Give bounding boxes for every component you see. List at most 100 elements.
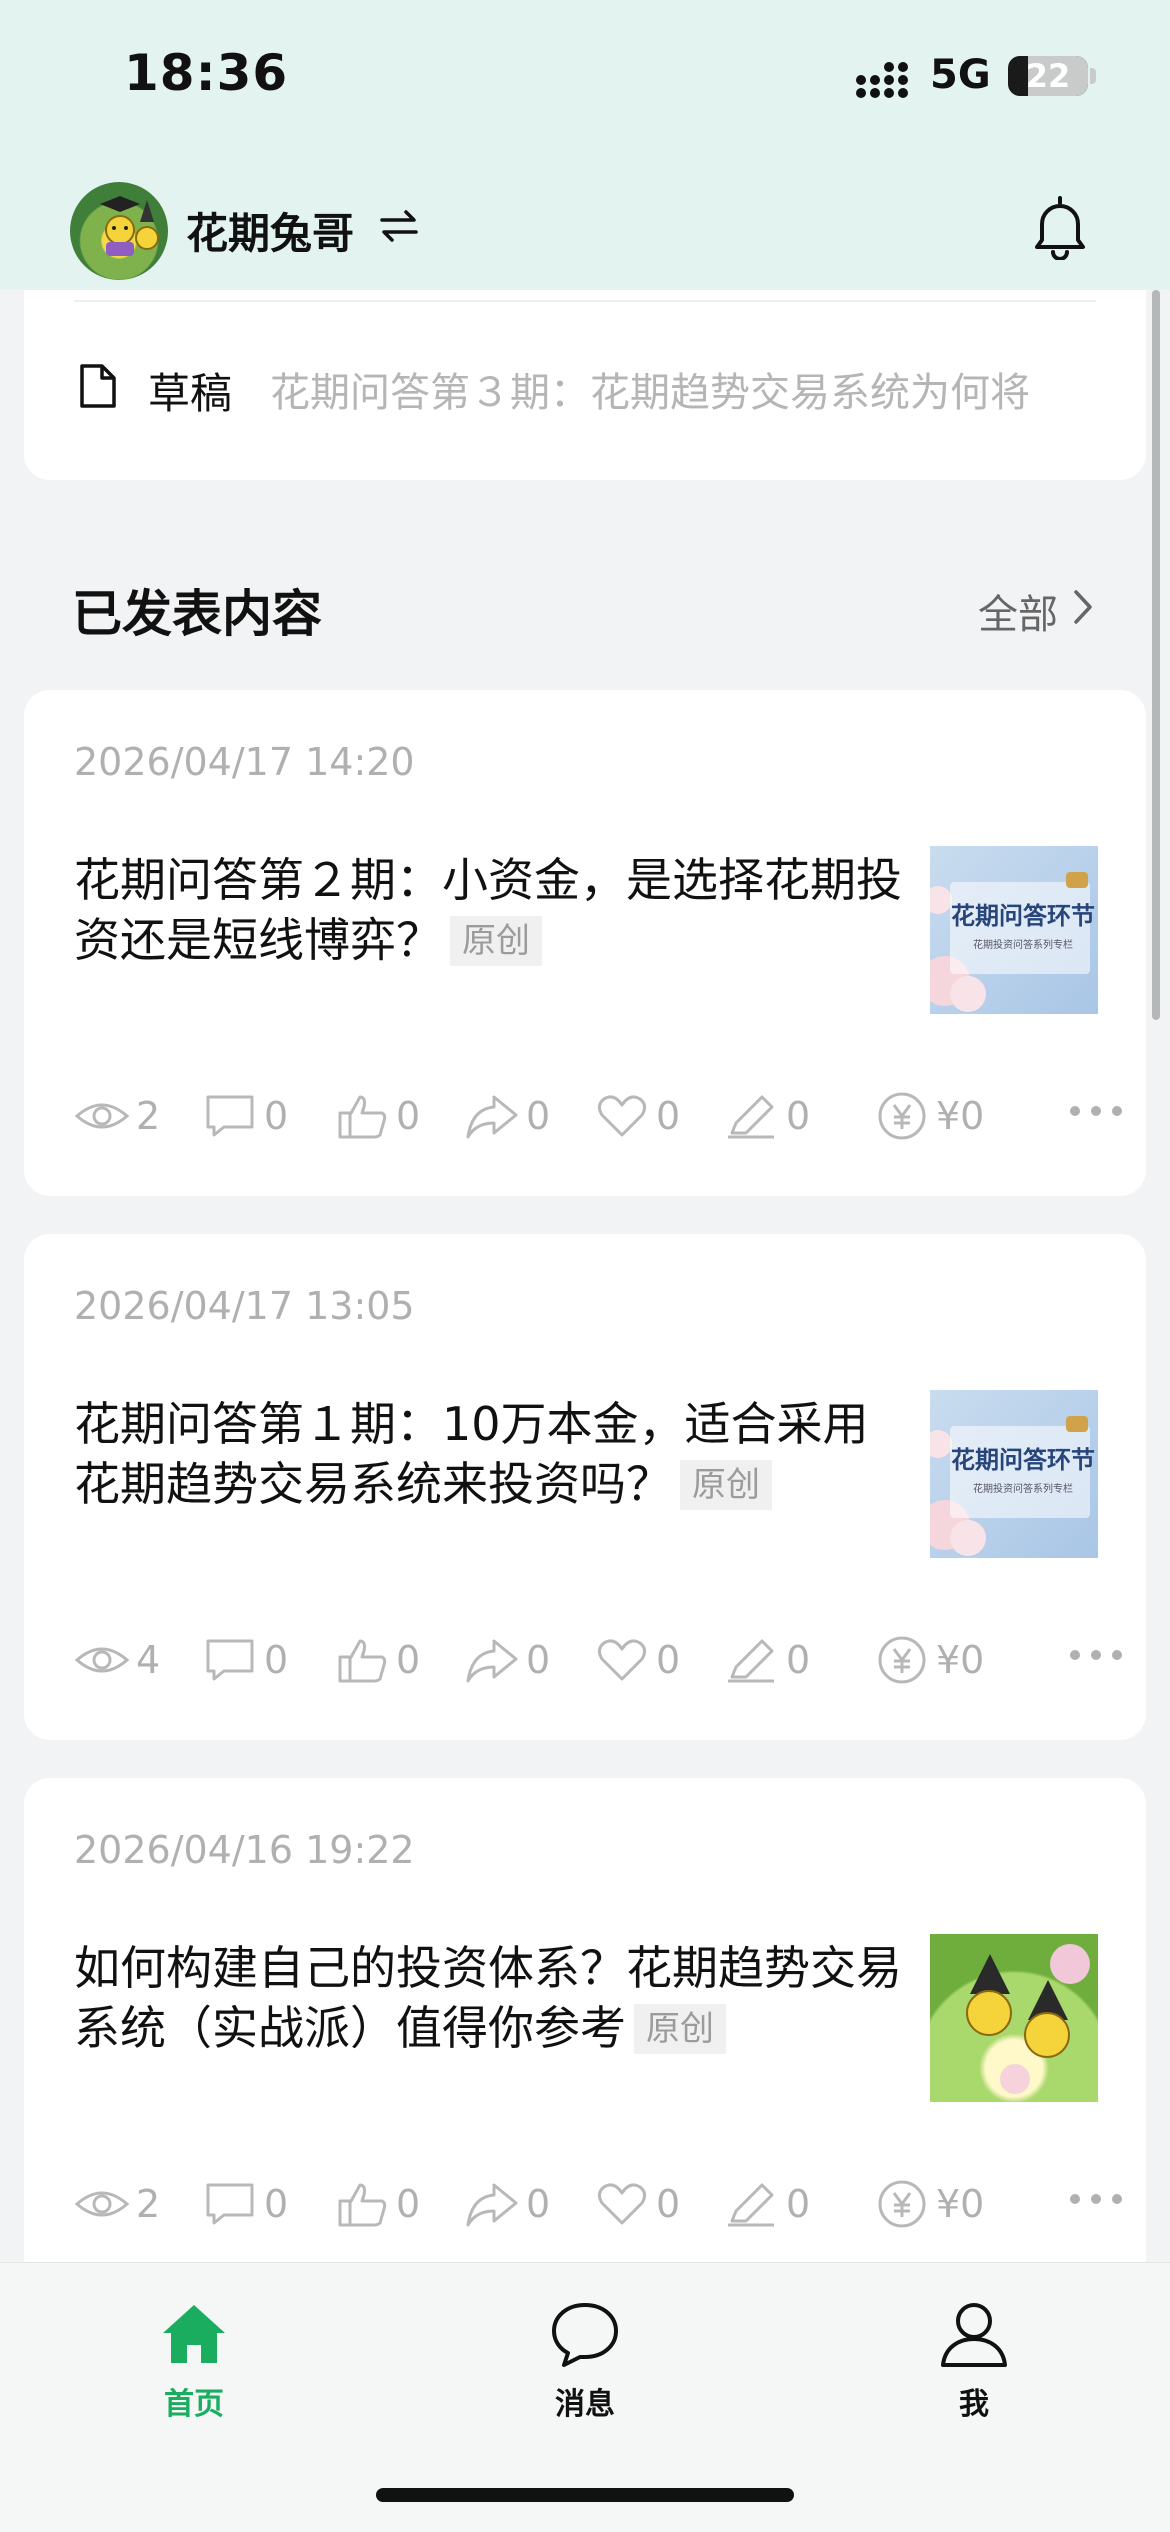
shares-stat[interactable]: 0 bbox=[464, 1086, 550, 1146]
post-thumbnail[interactable] bbox=[930, 1934, 1098, 2102]
post-date: 2026/04/17 13:05 bbox=[74, 1284, 415, 1328]
likes-stat[interactable]: 0 bbox=[334, 1086, 420, 1146]
comments-stat[interactable]: 0 bbox=[202, 2174, 288, 2234]
rewards-stat[interactable]: ¥0 bbox=[874, 1086, 984, 1146]
post-date: 2026/04/16 19:22 bbox=[74, 1828, 415, 1872]
post-card[interactable]: 2026/04/16 19:22 如何构建自己的投资体系？花期趋势交易系统（实战… bbox=[24, 1778, 1146, 2284]
eye-icon bbox=[74, 2191, 130, 2217]
rewards-stat[interactable]: ¥0 bbox=[874, 2174, 984, 2234]
original-tag: 原创 bbox=[450, 916, 542, 966]
favorites-stat[interactable]: 0 bbox=[594, 2174, 680, 2234]
post-title[interactable]: 如何构建自己的投资体系？花期趋势交易系统（实战派）值得你参考 原创 bbox=[74, 1938, 914, 2058]
pencil-icon bbox=[728, 2183, 774, 2227]
comments-stat[interactable]: 0 bbox=[202, 1630, 288, 1690]
share-icon bbox=[466, 1095, 518, 1139]
views-stat: 4 bbox=[74, 1630, 160, 1690]
person-icon bbox=[941, 2303, 1007, 2367]
tab-home-label: 首页 bbox=[164, 2387, 224, 2422]
post-title[interactable]: 花期问答第２期：小资金，是选择花期投资还是短线博弈？ 原创 bbox=[74, 850, 914, 970]
views-stat: 2 bbox=[74, 1086, 160, 1146]
message-bubble-icon bbox=[552, 2303, 618, 2367]
edits-stat[interactable]: 0 bbox=[724, 2174, 810, 2234]
favorites-stat[interactable]: 0 bbox=[594, 1086, 680, 1146]
battery-tip bbox=[1090, 68, 1096, 84]
thumbs-up-icon bbox=[338, 1095, 387, 1139]
section-title: 已发表内容 bbox=[72, 585, 322, 643]
original-tag: 原创 bbox=[680, 1460, 772, 1510]
draft-card[interactable]: 草稿 花期问答第３期：花期趋势交易系统为何将 bbox=[24, 290, 1146, 480]
chat-bubble-icon bbox=[1066, 872, 1088, 888]
home-indicator bbox=[376, 2488, 794, 2502]
share-icon bbox=[466, 2183, 518, 2227]
draft-label: 草稿 bbox=[148, 369, 233, 418]
comments-stat[interactable]: 0 bbox=[202, 1086, 288, 1146]
shares-stat[interactable]: 0 bbox=[464, 2174, 550, 2234]
status-time: 18:36 bbox=[124, 44, 289, 102]
yen-coin-icon bbox=[878, 2180, 926, 2228]
rewards-stat[interactable]: ¥0 bbox=[874, 1630, 984, 1690]
scrollbar[interactable] bbox=[1152, 290, 1160, 1020]
thumbs-up-icon bbox=[338, 1639, 387, 1683]
post-thumbnail[interactable]: 花期问答环节 花期投资问答系列专栏 bbox=[930, 1390, 1098, 1558]
divider bbox=[74, 300, 1096, 302]
avatar-bee-icon bbox=[100, 196, 159, 256]
share-icon bbox=[466, 1639, 518, 1683]
views-stat: 2 bbox=[74, 2174, 160, 2234]
account-header: 花期兔哥 bbox=[0, 170, 1170, 290]
eye-icon bbox=[74, 1103, 130, 1129]
likes-stat[interactable]: 0 bbox=[334, 2174, 420, 2234]
more-icon[interactable] bbox=[1068, 2192, 1124, 2206]
avatar[interactable] bbox=[70, 182, 168, 280]
view-all-link[interactable]: 全部 bbox=[978, 582, 1058, 640]
tab-me-label: 我 bbox=[959, 2387, 989, 2422]
pencil-icon bbox=[728, 1639, 774, 1683]
battery-icon: 22 bbox=[1008, 56, 1088, 96]
post-card[interactable]: 2026/04/17 13:05 花期问答第１期：10万本金，适合采用花期趋势交… bbox=[24, 1234, 1146, 1740]
thumbnail-title: 花期问答环节 bbox=[951, 901, 1095, 930]
tab-me[interactable]: 我 bbox=[884, 2297, 1064, 2427]
post-thumbnail[interactable]: 花期问答环节 花期投资问答系列专栏 bbox=[930, 846, 1098, 1014]
favorites-stat[interactable]: 0 bbox=[594, 1630, 680, 1690]
home-icon bbox=[163, 2305, 225, 2363]
post-title-text: 如何构建自己的投资体系？花期趋势交易系统（实战派）值得你参考 bbox=[74, 1941, 902, 2055]
pencil-icon bbox=[728, 1095, 774, 1139]
comment-icon bbox=[206, 1095, 254, 1137]
thumbs-up-icon bbox=[338, 2183, 387, 2227]
post-card[interactable]: 2026/04/17 14:20 花期问答第２期：小资金，是选择花期投资还是短线… bbox=[24, 690, 1146, 1196]
network-type: 5G bbox=[930, 52, 991, 98]
tab-home[interactable]: 首页 bbox=[104, 2297, 284, 2427]
yen-coin-icon bbox=[878, 1636, 926, 1684]
heart-icon bbox=[597, 1095, 647, 1137]
chevron-right-icon[interactable] bbox=[1072, 588, 1094, 626]
bell-icon[interactable] bbox=[1030, 194, 1090, 260]
thumbnail-subtitle: 花期投资问答系列专栏 bbox=[973, 1484, 1073, 1495]
tab-messages[interactable]: 消息 bbox=[495, 2297, 675, 2427]
status-bar: 18:36 5G 22 bbox=[0, 0, 1170, 150]
edits-stat[interactable]: 0 bbox=[724, 1630, 810, 1690]
comment-icon bbox=[206, 1639, 254, 1681]
post-stats: 2 0 0 0 0 0 ¥0 bbox=[74, 2174, 1124, 2234]
chat-bubble-icon bbox=[1066, 1416, 1088, 1432]
likes-stat[interactable]: 0 bbox=[334, 1630, 420, 1690]
edits-stat[interactable]: 0 bbox=[724, 1086, 810, 1146]
more-icon[interactable] bbox=[1068, 1104, 1124, 1118]
switch-account-icon[interactable] bbox=[378, 206, 420, 246]
eye-icon bbox=[74, 1647, 130, 1673]
heart-icon bbox=[597, 2183, 647, 2225]
post-stats: 2 0 0 0 0 0 ¥0 bbox=[74, 1086, 1124, 1146]
yen-coin-icon bbox=[878, 1092, 926, 1140]
draft-title: 花期问答第３期：花期趋势交易系统为何将 bbox=[270, 370, 1030, 416]
signal-icon bbox=[856, 62, 908, 98]
post-date: 2026/04/17 14:20 bbox=[74, 740, 415, 784]
tab-messages-label: 消息 bbox=[555, 2387, 615, 2422]
document-icon bbox=[80, 364, 116, 408]
shares-stat[interactable]: 0 bbox=[464, 1630, 550, 1690]
thumbnail-subtitle: 花期投资问答系列专栏 bbox=[973, 940, 1073, 951]
more-icon[interactable] bbox=[1068, 1648, 1124, 1662]
post-stats: 4 0 0 0 0 0 ¥0 bbox=[74, 1630, 1124, 1690]
heart-icon bbox=[597, 1639, 647, 1681]
original-tag: 原创 bbox=[634, 2004, 726, 2054]
post-title[interactable]: 花期问答第１期：10万本金，适合采用花期趋势交易系统来投资吗？ 原创 bbox=[74, 1394, 914, 1514]
username[interactable]: 花期兔哥 bbox=[186, 200, 354, 261]
comment-icon bbox=[206, 2183, 254, 2225]
